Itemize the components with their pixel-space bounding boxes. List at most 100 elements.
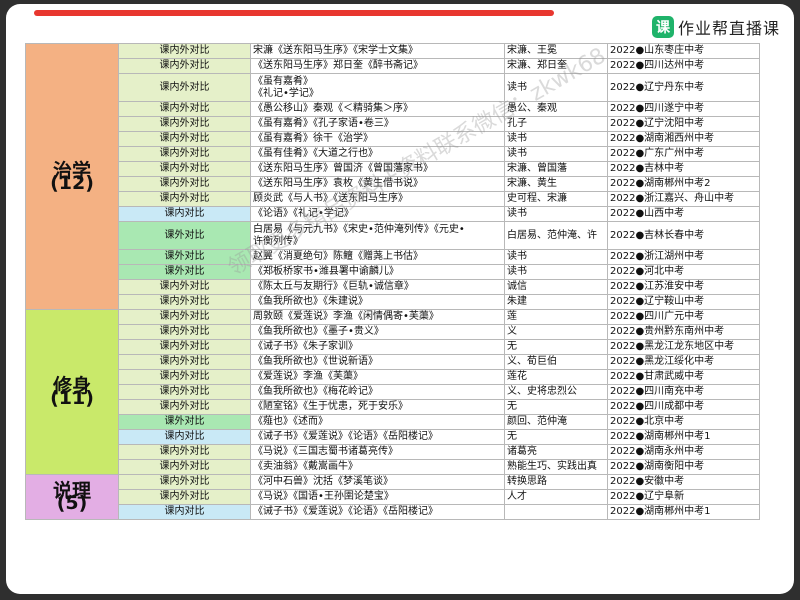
table-row: 课内外对比 《虽有佳肴》《大道之行也》 读书 2022●广东广州中考 — [26, 146, 760, 162]
comparison-type-cell: 课内外对比 — [118, 176, 251, 192]
works-cell: 《诫子书》《爱莲说》《论语》《岳阳楼记》 — [250, 504, 505, 520]
exam-cell: 2022●北京中考 — [607, 414, 760, 430]
comparison-type-cell: 课内外对比 — [118, 354, 251, 370]
table-row: 课内外对比 《马说》《国语•王孙圉论楚宝》 人才 2022●辽宁阜新 — [26, 489, 760, 505]
table-row: 课内外对比 《诫子书》《朱子家训》无 2022●黑龙江龙东地区中考 — [26, 339, 760, 355]
comparison-type-cell: 课内外对比 — [118, 73, 251, 102]
table-row: 课内对比 《诫子书》《爱莲说》《论语》《岳阳楼记》无 2022●湖南郴州中考1 — [26, 429, 760, 445]
exam-cell: 2022●吉林长春中考 — [607, 221, 760, 250]
exam-cell: 2022●湖南衡阳中考 — [607, 459, 760, 475]
works-cell: 宋濂《送东阳马生序》《宋学士文集》 — [250, 43, 505, 59]
exam-cell: 2022●浙江嘉兴、舟山中考 — [607, 191, 760, 207]
works-cell: 《鱼我所欲也》《世说新语》 — [250, 354, 505, 370]
comparison-type-cell: 课内外对比 — [118, 309, 251, 325]
comparison-type-cell: 课内外对比 — [118, 58, 251, 74]
table-row: 课内外对比 《虽有嘉肴》《孔子家语•卷三》 孔子 2022●辽宁沈阳中考 — [26, 116, 760, 132]
table-row: 课内外对比 《陈太丘与友期行》《巨轨•诚信章》 诚信 2022●江苏淮安中考 — [26, 279, 760, 295]
comparison-type-cell: 课内外对比 — [118, 369, 251, 385]
table-row: 课内外对比 《送东阳马生序》曾国济《曾国藩家书》 宋濂、曾国藩 2022●吉林中考 — [26, 161, 760, 177]
works-cell: 《陈太丘与友期行》《巨轨•诚信章》 — [250, 279, 505, 295]
exam-cell: 2022●湖南湘西州中考 — [607, 131, 760, 147]
topic-cell: 读书 — [504, 146, 608, 162]
works-cell: 《虽有嘉肴》 《礼记•学记》 — [250, 73, 505, 102]
topic-cell: 义、史将忠烈公 — [504, 384, 608, 400]
table-row: 说理 (5) 课内外对比 《河中石兽》沈括《梦溪笔谈》 转换思路 2022●安徽中考 — [25, 474, 760, 520]
table-row: 课内外对比 《虽有嘉肴》 《礼记•学记》 读书 2022●辽宁丹东中考 — [26, 73, 760, 102]
comparison-type-cell: 课内外对比 — [118, 444, 251, 460]
works-cell: 《马说》《国语•王孙圉论楚宝》 — [250, 489, 505, 505]
comparison-type-cell: 课内对比 — [118, 504, 251, 520]
exam-cell: 2022●四川遂宁中考 — [607, 101, 760, 117]
topic-cell: 诚信 — [504, 279, 608, 295]
works-cell: 白居易《与元九书》《宋史•范仲淹列传》《元史• 许衡列传》 — [250, 221, 505, 250]
category-count: (11) — [50, 387, 94, 409]
comparison-type-cell: 课内外对比 — [118, 474, 251, 490]
exam-cell: 2022●浙江湖州中考 — [607, 249, 760, 265]
exam-cell: 2022●四川南充中考 — [607, 384, 760, 400]
comparison-type-cell: 课内外对比 — [118, 279, 251, 295]
topic-cell: 义、荀巨伯 — [504, 354, 608, 370]
exam-cell: 2022●江苏淮安中考 — [607, 279, 760, 295]
exam-cell: 2022●辽宁阜新 — [607, 489, 760, 505]
comparison-type-cell: 课内外对比 — [118, 384, 251, 400]
topic-cell: 读书 — [504, 249, 608, 265]
works-cell: 《鱼我所欲也》《朱建说》 — [250, 294, 505, 310]
comparison-type-cell: 课内外对比 — [118, 339, 251, 355]
comparison-type-cell: 课内外对比 — [118, 324, 251, 340]
topic-cell: 朱建 — [504, 294, 608, 310]
category-cell: 修身 (11) — [25, 309, 119, 475]
comparison-type-cell: 课内对比 — [118, 429, 251, 445]
exam-cell: 2022●湖南郴州中考1 — [607, 429, 760, 445]
comparison-type-cell: 课内外对比 — [118, 146, 251, 162]
table-row: 课内外对比 《马说》《三国志蜀书诸葛亮传》 诸葛亮 2022●湖南永州中考 — [26, 444, 760, 460]
topic-cell: 白居易、范仲淹、许 — [504, 221, 608, 250]
table-row: 课内外对比 《鱼我所欲也》《朱建说》 朱建 2022●辽宁鞍山中考 — [26, 294, 760, 310]
works-cell: 赵翼《消夏绝句》陈鳣《赠荛上书估》 — [250, 249, 505, 265]
table-row: 课内对比 《诫子书》《爱莲说》《论语》《岳阳楼记》 2022●湖南郴州中考1 — [26, 504, 760, 520]
comparison-type-cell: 课内外对比 — [118, 43, 251, 59]
comparison-type-cell: 课内外对比 — [118, 101, 251, 117]
works-cell: 《送东阳马生序》曾国济《曾国藩家书》 — [250, 161, 505, 177]
table-row: 课内外对比 《鱼我所欲也》《墨子•贵义》义 2022●贵州黔东南州中考 — [26, 324, 760, 340]
table-row: 课外对比 赵翼《消夏绝句》陈鳣《赠荛上书估》 读书 2022●浙江湖州中考 — [26, 249, 760, 265]
category-count: (12) — [50, 171, 94, 194]
comparison-type-cell: 课内外对比 — [118, 131, 251, 147]
exam-cell: 2022●湖南郴州中考1 — [607, 504, 760, 520]
table-row: 课外对比 《郑板桥家书•潍县署中谕麟儿》 读书 2022●河北中考 — [26, 264, 760, 280]
works-cell: 《马说》《三国志蜀书诸葛亮传》 — [250, 444, 505, 460]
works-cell: 《诫子书》《爱莲说》《论语》《岳阳楼记》 — [250, 429, 505, 445]
works-cell: 《卖油翁》《戴嵩画牛》 — [250, 459, 505, 475]
works-cell: 《爱莲说》李渔《芙蕖》 — [250, 369, 505, 385]
table-row: 课内外对比 《送东阳马生序》郑日奎《醉书斋记》 宋濂、郑日奎 2022●四川达州中考 — [26, 58, 760, 74]
exam-cell: 2022●贵州黔东南州中考 — [607, 324, 760, 340]
comparison-type-cell: 课外对比 — [118, 221, 251, 250]
comparison-type-cell: 课内外对比 — [118, 489, 251, 505]
works-cell: 顾炎武《与人书》《送东阳马生序》 — [250, 191, 505, 207]
category-cell: 治学 (12) — [25, 43, 119, 310]
works-cell: 《郑板桥家书•潍县署中谕麟儿》 — [250, 264, 505, 280]
table-row: 课内外对比 《爱莲说》李渔《芙蕖》 莲花 2022●甘肃武威中考 — [26, 369, 760, 385]
comparison-type-cell: 课内外对比 — [118, 161, 251, 177]
table-row: 课内外对比 《愚公移山》秦观《＜精骑集＞序》 愚公、秦观 2022●四川遂宁中考 — [26, 101, 760, 117]
works-cell: 《论语》《礼记•学记》 — [250, 206, 505, 222]
topic-cell: 义 — [504, 324, 608, 340]
comparison-type-cell: 课内外对比 — [118, 116, 251, 132]
exam-cell: 2022●甘肃武威中考 — [607, 369, 760, 385]
screen-frame: 课 作业帮直播课 治学 (12) 课内外对比 宋濂《送东阳马生序》《宋学士文集》 宋濂、… — [6, 4, 794, 594]
topic-cell: 宋濂、黄生 — [504, 176, 608, 192]
topic-cell: 读书 — [504, 131, 608, 147]
exam-cell: 2022●辽宁丹东中考 — [607, 73, 760, 102]
exam-cell: 2022●湖南郴州中考2 — [607, 176, 760, 192]
works-cell: 《陋室铭》《生于忧患，死于安乐》 — [250, 399, 505, 415]
works-cell: 《送东阳马生序》袁枚《黄生借书说》 — [250, 176, 505, 192]
comparison-type-cell: 课内外对比 — [118, 399, 251, 415]
works-cell: 《河中石兽》沈括《梦溪笔谈》 — [250, 474, 505, 490]
exam-cell: 2022●辽宁鞍山中考 — [607, 294, 760, 310]
topic-cell: 转换思路 — [504, 474, 608, 490]
table-row: 课内外对比 《卖油翁》《戴嵩画牛》 熟能生巧、实践出真 2022●湖南衡阳中考 — [26, 459, 760, 475]
exam-cell: 2022●广东广州中考 — [607, 146, 760, 162]
table-row: 课外对比 白居易《与元九书》《宋史•范仲淹列传》《元史• 许衡列传》 白居易、范仲淹、… — [26, 221, 760, 250]
comparison-type-cell: 课内对比 — [118, 206, 251, 222]
topic-cell: 颜回、范仲淹 — [504, 414, 608, 430]
topic-cell: 莲花 — [504, 369, 608, 385]
